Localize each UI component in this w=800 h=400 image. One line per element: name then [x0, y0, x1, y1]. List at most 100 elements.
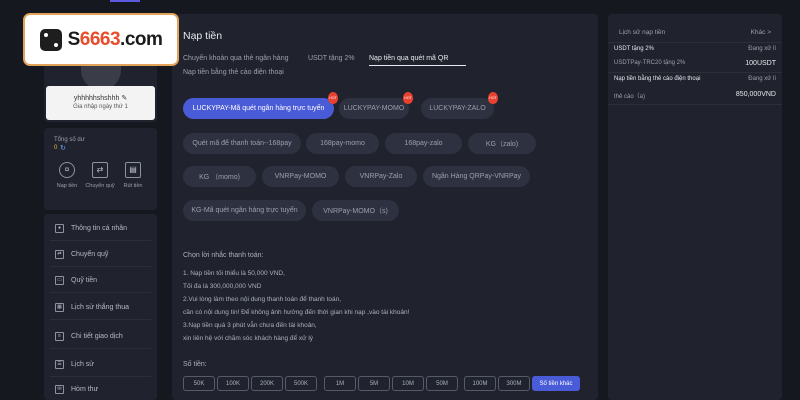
- history-icon: ▦: [55, 302, 64, 312]
- divider: [50, 292, 151, 293]
- history-row-title: Nạp tiền bằng thẻ cào điện thoại: [614, 76, 701, 82]
- method-luckypay-bank[interactable]: LUCKYPAY-Mã quét ngân hàng trực tuyến HOT: [183, 92, 338, 119]
- amount-500k[interactable]: 500K: [285, 376, 317, 391]
- deposit-icon: ¤: [59, 162, 75, 178]
- notes-title: Chọn lời nhắc thanh toán:: [183, 252, 264, 259]
- withdraw-label: Rút tiền: [123, 183, 143, 189]
- history-row-status: Đang xử lí: [748, 46, 776, 52]
- method-luckypay-momo[interactable]: LUCKYPAY-MOMO HOT: [339, 92, 413, 119]
- hot-badge: HOT: [403, 92, 413, 104]
- divider: [50, 348, 151, 349]
- divider: [608, 72, 782, 73]
- history-row-status: Đang xử lí: [748, 76, 776, 82]
- menu-label: Chi tiết giao dịch: [71, 332, 123, 340]
- mail-icon: ✉: [55, 384, 64, 394]
- withdraw-icon: ▤: [125, 162, 141, 178]
- deposit-history-panel: Lịch sử nạp tiền Khác > USDT tặng 2% Đan…: [608, 14, 782, 400]
- user-icon: ●: [55, 223, 64, 233]
- note-line: cần có nội dung tin! Để không ảnh hưởng …: [183, 309, 410, 316]
- history-title: Lịch sử nạp tiền: [619, 29, 666, 36]
- note-line: 3.Nạp tiền quá 3 phút vẫn chưa đến tài k…: [183, 322, 317, 329]
- username[interactable]: yhhhhhshshhh ✎: [46, 94, 155, 102]
- amount-100m[interactable]: 100M: [464, 376, 496, 391]
- amount-50m[interactable]: 50M: [426, 376, 458, 391]
- menu-label: Lịch sử thắng thua: [71, 303, 130, 311]
- top-accent-line: [110, 0, 140, 2]
- menu-label: Chuyển quỹ: [71, 250, 109, 258]
- tab-phone-card[interactable]: Nạp tiền bằng thẻ cào điện thoại: [183, 69, 284, 76]
- join-info: Gia nhập ngày thứ 1: [73, 104, 128, 110]
- withdraw-button[interactable]: ▤ Rút tiền: [118, 162, 148, 189]
- wallet-icon: ▭: [55, 275, 64, 285]
- history-more-link[interactable]: Khác >: [751, 29, 771, 36]
- amount-custom-button[interactable]: Số tiền khác: [532, 376, 580, 391]
- method-168pay-zalo[interactable]: 168pay-zalo: [385, 133, 462, 154]
- amount-1m[interactable]: 1M: [324, 376, 356, 391]
- method-qrpay-vnrpay[interactable]: Ngân Hàng QRPay-VNRPay: [423, 166, 530, 187]
- menu-item-mailbox[interactable]: ✉ Hòm thư: [55, 382, 98, 396]
- tab-usdt[interactable]: USDT tặng 2%: [308, 55, 355, 62]
- method-kg-bank[interactable]: KG-Mã quét ngân hàng trực tuyến: [183, 200, 306, 221]
- history-row-amount: 850,000VND: [735, 91, 776, 98]
- divider: [50, 319, 151, 320]
- divider: [50, 376, 151, 377]
- balance-label: Tổng số dư: [54, 137, 85, 143]
- menu-item-profile[interactable]: ● Thông tin cá nhân: [55, 221, 127, 235]
- tab-bank-transfer[interactable]: Chuyển khoản qua thẻ ngân hàng: [183, 55, 288, 62]
- refresh-icon[interactable]: ↻: [60, 144, 66, 152]
- balance-card: Tổng số dư 0 ↻ ¤ Nạp tiền ⇄ Chuyển quỹ ▤…: [44, 128, 157, 210]
- note-line: 2.Vui lòng làm theo nội dung thanh toán …: [183, 296, 342, 303]
- menu-item-history[interactable]: ☰ Lịch sử: [55, 357, 94, 371]
- deposit-label: Nạp tiền: [56, 183, 78, 189]
- amount-10m[interactable]: 10M: [392, 376, 424, 391]
- method-vnrpay-momo-s[interactable]: VNRPay-MOMO（s): [312, 200, 399, 221]
- divider: [50, 266, 151, 267]
- sidebar: yhhhhhshshhh ✎ Gia nhập ngày thứ 1 Tổng …: [44, 14, 157, 400]
- method-vnrpay-momo[interactable]: VNRPay-MOMO: [262, 166, 339, 187]
- method-vnrpay-zalo[interactable]: VNRPay-Zalo: [345, 166, 417, 187]
- menu-label: Hòm thư: [71, 385, 99, 393]
- tab-qr[interactable]: Nạp tiền qua quét mã QR: [369, 55, 448, 62]
- amount-50k[interactable]: 50K: [183, 376, 215, 391]
- menu-item-win-history[interactable]: ▦ Lịch sử thắng thua: [55, 300, 129, 314]
- method-label: LUCKYPAY-ZALO: [429, 105, 486, 112]
- dice-logo-icon: [39, 28, 62, 51]
- edit-icon[interactable]: ✎: [121, 95, 127, 102]
- method-168pay-qr[interactable]: Quét mã để thanh toán--168pay: [183, 133, 301, 154]
- balance-value: 0: [54, 145, 58, 151]
- deposit-panel: Nạp tiền Chuyển khoản qua thẻ ngân hàng …: [172, 14, 598, 400]
- transaction-icon: ≡: [55, 331, 64, 341]
- hot-badge: HOT: [488, 92, 498, 104]
- transfer-label: Chuyển quỹ: [85, 183, 115, 189]
- amount-label: Số tiền:: [183, 361, 207, 368]
- method-label: LUCKYPAY-MOMO: [343, 105, 405, 112]
- transfer-button[interactable]: ⇄ Chuyển quỹ: [85, 162, 115, 189]
- transfer-icon: ⇄: [55, 249, 64, 259]
- method-kg-momo[interactable]: KG （momo): [183, 166, 256, 187]
- history-row-amount: 100USDT: [745, 60, 776, 67]
- method-kg-zalo[interactable]: KG（zalo): [468, 133, 536, 154]
- menu-label: Lịch sử: [71, 360, 94, 368]
- menu-item-transfer[interactable]: ⇄ Chuyển quỹ: [55, 247, 108, 261]
- amount-5m[interactable]: 5M: [358, 376, 390, 391]
- site-logo[interactable]: S6663.com: [23, 13, 179, 66]
- history-row-subtitle: thẻ cào（a): [614, 94, 646, 100]
- method-luckypay-zalo[interactable]: LUCKYPAY-ZALO HOT: [421, 92, 498, 119]
- note-line: Tối đa là 300,000,000 VND: [183, 283, 262, 290]
- divider: [608, 42, 782, 43]
- active-tab-underline: [369, 65, 466, 66]
- amount-100k[interactable]: 100K: [217, 376, 249, 391]
- list-icon: ☰: [55, 359, 64, 369]
- transfer-icon: ⇄: [92, 162, 108, 178]
- method-168pay-momo[interactable]: 168pay-momo: [306, 133, 379, 154]
- profile-info: yhhhhhshshhh ✎ Gia nhập ngày thứ 1: [46, 86, 155, 120]
- menu-item-transactions[interactable]: ≡ Chi tiết giao dịch: [55, 329, 123, 343]
- note-line: xin liên hệ với chăm sóc khách hàng để x…: [183, 335, 314, 342]
- hot-badge: HOT: [328, 92, 338, 104]
- deposit-button[interactable]: ¤ Nạp tiền: [52, 162, 82, 189]
- menu-label: Quỹ tiền: [71, 276, 98, 284]
- menu-item-wallet[interactable]: ▭ Quỹ tiền: [55, 273, 97, 287]
- amount-200k[interactable]: 200K: [251, 376, 283, 391]
- amount-300m[interactable]: 300M: [498, 376, 530, 391]
- history-row-subtitle: USDTPay-TRC20 tặng 2%: [614, 60, 686, 66]
